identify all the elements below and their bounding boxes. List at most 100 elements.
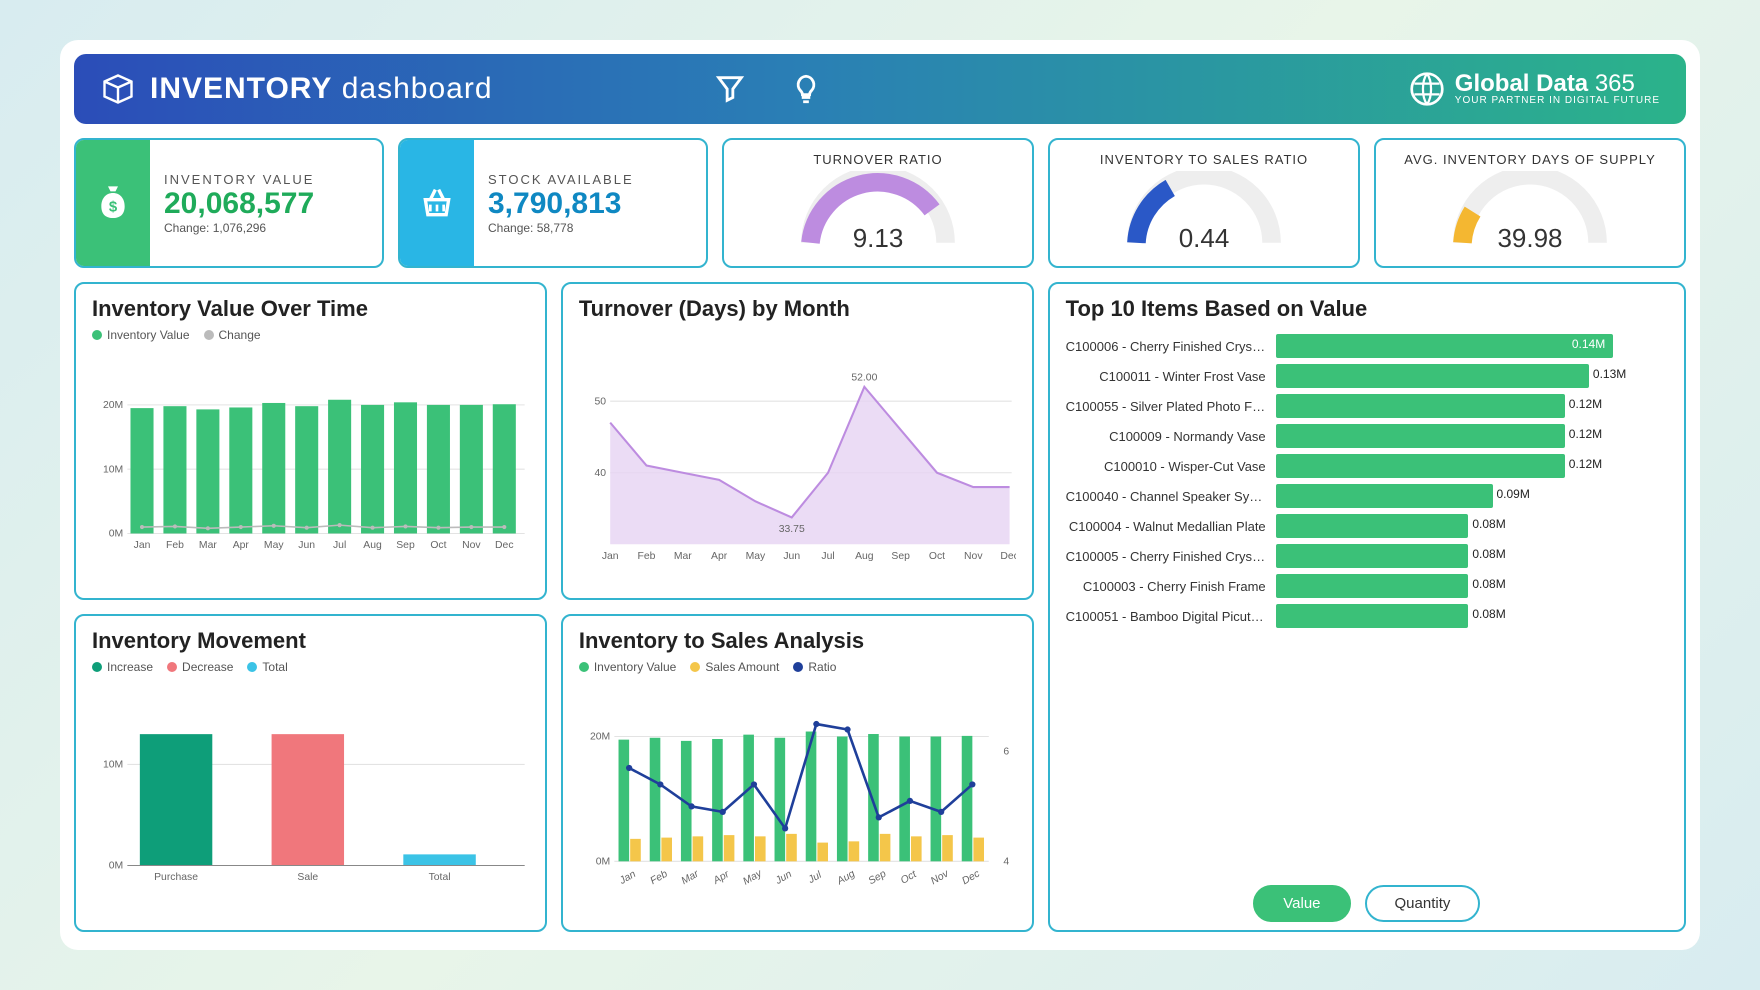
legend-item: Change bbox=[219, 328, 261, 342]
svg-text:Feb: Feb bbox=[637, 551, 655, 562]
svg-text:10M: 10M bbox=[103, 464, 123, 475]
item-name: C100040 - Channel Speaker Syst… bbox=[1066, 489, 1276, 504]
item-bar: 0.14M bbox=[1276, 334, 1668, 358]
title-light: dashboard bbox=[342, 72, 493, 105]
toggle-value-button[interactable]: Value bbox=[1253, 885, 1350, 922]
item-bar: 0.08M bbox=[1276, 574, 1668, 598]
panel-top-items: Top 10 Items Based on Value C100006 - Ch… bbox=[1048, 282, 1686, 932]
svg-text:Dec: Dec bbox=[1000, 551, 1015, 562]
brand-suffix: 365 bbox=[1595, 70, 1635, 97]
top-item-row: C100006 - Cherry Finished Cryst…0.14M bbox=[1066, 334, 1668, 358]
lightbulb-icon[interactable] bbox=[789, 72, 823, 106]
svg-text:52.00: 52.00 bbox=[851, 373, 877, 384]
item-bar: 0.08M bbox=[1276, 514, 1668, 538]
svg-text:Dec: Dec bbox=[495, 540, 513, 551]
svg-text:Mar: Mar bbox=[680, 868, 701, 887]
svg-text:50: 50 bbox=[594, 396, 606, 407]
svg-text:Aug: Aug bbox=[855, 551, 874, 562]
svg-text:Nov: Nov bbox=[964, 551, 983, 562]
panel-turnover-days: Turnover (Days) by Month 4050JanFebMarAp… bbox=[561, 282, 1034, 600]
svg-text:Feb: Feb bbox=[166, 540, 184, 551]
item-bar: 0.12M bbox=[1276, 424, 1668, 448]
top-item-row: C100055 - Silver Plated Photo Fr… 0.12M bbox=[1066, 394, 1668, 418]
kpi-change: Change: 1,076,296 bbox=[164, 221, 314, 235]
svg-text:Aug: Aug bbox=[363, 540, 382, 551]
svg-text:Oct: Oct bbox=[430, 540, 446, 551]
dashboard-container: INVENTORY dashboard Global Data 365 YOUR… bbox=[60, 40, 1700, 950]
item-value: 0.12M bbox=[1569, 457, 1602, 471]
top-item-row: C100040 - Channel Speaker Syst…0.09M bbox=[1066, 484, 1668, 508]
svg-text:Mar: Mar bbox=[199, 540, 217, 551]
top-items-toggle: Value Quantity bbox=[1066, 885, 1668, 922]
panel-title: Inventory Value Over Time bbox=[92, 296, 529, 322]
svg-text:Jun: Jun bbox=[783, 551, 800, 562]
chart-turnover: 4050JanFebMarAprMayJunJulAugSepOctNovDec… bbox=[579, 328, 1016, 590]
kpi-change: Change: 58,778 bbox=[488, 221, 634, 235]
svg-text:Feb: Feb bbox=[648, 869, 669, 888]
toggle-quantity-button[interactable]: Quantity bbox=[1365, 885, 1481, 922]
header-bar: INVENTORY dashboard Global Data 365 YOUR… bbox=[74, 54, 1686, 124]
svg-text:6: 6 bbox=[1003, 747, 1009, 758]
legend-item: Sales Amount bbox=[705, 660, 779, 674]
brand-tagline: YOUR PARTNER IN DIGITAL FUTURE bbox=[1455, 96, 1660, 107]
svg-text:May: May bbox=[741, 868, 764, 888]
panel-title: Top 10 Items Based on Value bbox=[1066, 296, 1668, 322]
gauge-inv-sales: INVENTORY TO SALES RATIO 0.44 bbox=[1048, 138, 1360, 268]
svg-text:Apr: Apr bbox=[711, 869, 732, 887]
item-value: 0.08M bbox=[1472, 577, 1505, 591]
item-name: C100055 - Silver Plated Photo Fr… bbox=[1066, 399, 1276, 414]
gauge-label: TURNOVER RATIO bbox=[738, 152, 1018, 167]
legend-item: Inventory Value bbox=[594, 660, 677, 674]
legend-item: Total bbox=[262, 660, 287, 674]
item-value: 0.14M bbox=[1572, 337, 1605, 351]
legend: Inventory Value Change bbox=[92, 328, 529, 342]
box-icon bbox=[100, 71, 136, 107]
item-name: C100010 - Wisper-Cut Vase bbox=[1066, 459, 1276, 474]
svg-text:Jun: Jun bbox=[773, 869, 794, 888]
legend: Inventory Value Sales Amount Ratio bbox=[579, 660, 1016, 674]
svg-text:Nov: Nov bbox=[462, 540, 481, 551]
item-name: C100003 - Cherry Finish Frame bbox=[1066, 579, 1276, 594]
brand-name: Global Data bbox=[1455, 70, 1588, 97]
panel-title: Inventory to Sales Analysis bbox=[579, 628, 1016, 654]
panel-inventory-movement: Inventory Movement Increase Decrease Tot… bbox=[74, 614, 547, 932]
svg-text:Dec: Dec bbox=[960, 868, 982, 887]
svg-text:40: 40 bbox=[594, 468, 606, 479]
kpi-value: 3,790,813 bbox=[488, 187, 634, 221]
svg-text:Jun: Jun bbox=[298, 540, 315, 551]
top-item-row: C100010 - Wisper-Cut Vase 0.12M bbox=[1066, 454, 1668, 478]
svg-text:Purchase: Purchase bbox=[154, 872, 198, 883]
kpi-row: $ INVENTORY VALUE 20,068,577 Change: 1,0… bbox=[74, 138, 1686, 268]
svg-text:May: May bbox=[264, 540, 284, 551]
filter-icon[interactable] bbox=[713, 72, 747, 106]
legend-item: Inventory Value bbox=[107, 328, 190, 342]
svg-text:Jan: Jan bbox=[602, 551, 619, 562]
svg-text:Jul: Jul bbox=[806, 869, 824, 886]
chart-inventory-value: 0M10M20MJanFebMarAprMayJunJulAugSepOctNo… bbox=[92, 348, 529, 590]
basket-icon bbox=[400, 140, 474, 266]
svg-text:0M: 0M bbox=[109, 861, 123, 872]
top-item-row: C100005 - Cherry Finished Cryst…0.08M bbox=[1066, 544, 1668, 568]
svg-text:10M: 10M bbox=[103, 760, 123, 771]
gauge-value: 0.44 bbox=[1064, 223, 1344, 254]
item-value: 0.08M bbox=[1472, 547, 1505, 561]
svg-text:Aug: Aug bbox=[834, 868, 857, 887]
globe-icon bbox=[1409, 71, 1445, 107]
chart-movement: 0M10MPurchaseSaleTotal bbox=[92, 680, 529, 922]
item-value: 0.12M bbox=[1569, 427, 1602, 441]
svg-text:Oct: Oct bbox=[899, 869, 919, 887]
item-value: 0.08M bbox=[1472, 607, 1505, 621]
item-bar: 0.08M bbox=[1276, 604, 1668, 628]
chart-inv-sales: 0M20M46JanFebMarAprMayJunJulAugSepOctNov… bbox=[579, 680, 1016, 922]
item-value: 0.12M bbox=[1569, 397, 1602, 411]
svg-text:Sep: Sep bbox=[891, 551, 910, 562]
top-items-list: C100006 - Cherry Finished Cryst…0.14M C10… bbox=[1066, 328, 1668, 875]
item-bar: 0.12M bbox=[1276, 394, 1668, 418]
svg-text:Jul: Jul bbox=[333, 540, 346, 551]
svg-text:0M: 0M bbox=[596, 856, 610, 867]
svg-text:Sep: Sep bbox=[867, 868, 889, 887]
svg-text:Sep: Sep bbox=[396, 540, 415, 551]
svg-text:$: $ bbox=[109, 198, 118, 215]
top-item-row: C100011 - Winter Frost Vase0.13M bbox=[1066, 364, 1668, 388]
kpi-inventory-value: $ INVENTORY VALUE 20,068,577 Change: 1,0… bbox=[74, 138, 384, 268]
